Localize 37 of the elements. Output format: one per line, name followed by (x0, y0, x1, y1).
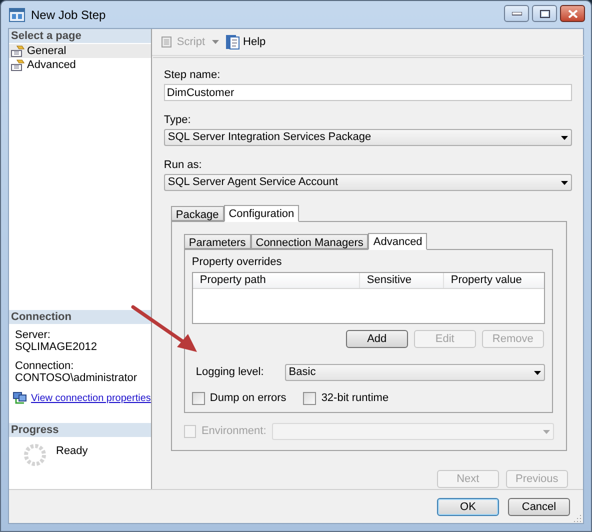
tab[interactable]: Configuration (224, 205, 300, 222)
window-title: New Job Step (31, 6, 106, 24)
tab[interactable]: Package (170, 206, 224, 221)
section-header: Progress (9, 423, 151, 437)
toolbar-button[interactable]: Help (225, 34, 266, 50)
field-label: Type: (164, 114, 191, 126)
field-value: SQLIMAGE2012 (15, 341, 97, 353)
dropdown[interactable]: Basic (284, 364, 545, 381)
section-header: Connection (9, 310, 151, 324)
column-header[interactable]: Property path (192, 273, 360, 288)
status-text: Ready (56, 444, 88, 459)
column-header[interactable]: Property value (444, 273, 544, 288)
page-item[interactable]: Advanced (9, 58, 151, 72)
dropdown[interactable]: SQL Server Integration Services Package (164, 129, 572, 146)
checkbox-label: Environment: (201, 424, 268, 440)
group-label: Property overrides (192, 256, 282, 268)
connection-link[interactable]: View connection properties (31, 391, 151, 406)
checkbox-label: 32-bit runtime (321, 391, 389, 406)
dialog-button[interactable]: Cancel (508, 498, 570, 516)
input-field[interactable]: DimCustomer (164, 84, 572, 101)
tab[interactable]: Parameters (184, 234, 251, 249)
field-value: CONTOSO\administrator (15, 372, 138, 384)
property-grid[interactable]: Property path Sensitive Property value (192, 272, 545, 324)
page-item[interactable]: General (9, 44, 151, 58)
field-label: Logging level: (196, 365, 265, 380)
tab[interactable]: Advanced (368, 233, 428, 250)
section-header: Select a page (9, 29, 151, 43)
field-label: Connection: (15, 360, 74, 372)
tab[interactable]: Connection Managers (250, 234, 368, 249)
checkbox-label: Dump on errors (210, 391, 286, 406)
dialog-button[interactable]: OK (437, 498, 499, 516)
field-label: Server: (15, 329, 50, 341)
field-label: Run as: (164, 159, 202, 171)
dialog-button[interactable]: Add (346, 330, 408, 348)
dropdown[interactable]: SQL Server Agent Service Account (164, 174, 572, 191)
column-header[interactable]: Sensitive (360, 273, 444, 288)
field-label: Step name: (164, 69, 220, 81)
